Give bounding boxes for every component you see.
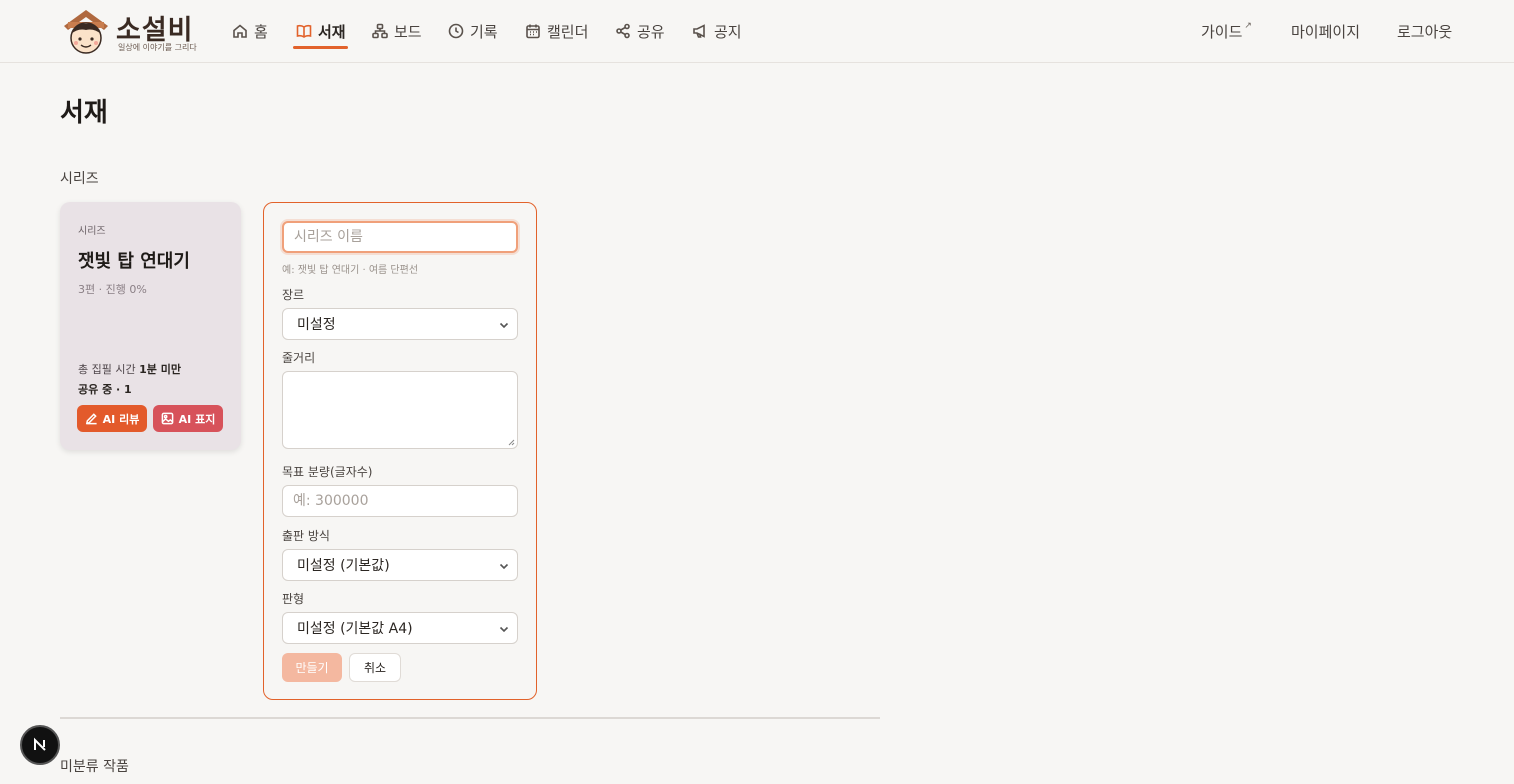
format-select[interactable]: 미설정 (기본값 A4) [282, 612, 518, 644]
unclassified-section-label: 미분류 작품 [60, 759, 129, 775]
brand-subtitle: 일상에 이야기를 그리다 [118, 43, 197, 52]
external-link-icon: ↗ [1244, 21, 1252, 31]
nav-label: 보드 [394, 22, 422, 41]
mypage-link[interactable]: 마이페이지 [1291, 19, 1360, 43]
publish-method-label: 출판 방식 [282, 529, 330, 543]
nav-label: 캘린더 [547, 22, 589, 41]
guide-link[interactable]: 가이드 ↗ [1201, 19, 1252, 43]
nav-label: 기록 [470, 22, 498, 41]
n-logo-icon [34, 737, 46, 751]
nav-item-history[interactable]: 기록 [448, 19, 498, 43]
home-icon [233, 24, 247, 38]
format-label: 판형 [282, 592, 305, 606]
nav-label: 서재 [318, 22, 346, 41]
chevron-down-icon [499, 626, 509, 633]
writing-time-value: 1분 미만 [139, 363, 181, 376]
share-icon [616, 23, 630, 39]
guide-label: 가이드 [1201, 22, 1243, 41]
target-length-label: 목표 분량(글자수) [282, 465, 373, 479]
share-status: 공유 중 · 1 [78, 383, 132, 396]
page-title: 서재 [60, 98, 108, 128]
nav-item-share[interactable]: 공유 [615, 19, 665, 43]
series-title: 잿빛 탑 연대기 [78, 251, 190, 272]
series-name-hint: 예: 잿빛 탑 연대기 · 여름 단편선 [282, 265, 419, 276]
series-section-label: 시리즈 [60, 171, 99, 187]
ai-review-button[interactable]: AI 리뷰 [77, 405, 147, 432]
nav-item-board[interactable]: 보드 [372, 19, 422, 43]
mascot-icon [64, 10, 108, 54]
board-icon [372, 23, 388, 39]
genre-label: 장르 [282, 288, 305, 302]
publish-method-value: 미설정 (기본값) [297, 558, 390, 574]
nav-item-calendar[interactable]: 캘린더 [525, 19, 588, 43]
publish-method-select[interactable]: 미설정 (기본값) [282, 549, 518, 581]
ai-cover-button[interactable]: AI 표지 [153, 405, 223, 432]
target-length-input[interactable] [282, 485, 518, 517]
nav-label: 공유 [637, 22, 665, 41]
new-series-form: 예: 잿빛 탑 연대기 · 여름 단편선 장르 미설정 줄거리 목표 분량(글자… [263, 202, 537, 700]
brand-logo[interactable]: 소설비 일상에 이야기를 그리다 [60, 6, 200, 56]
create-button[interactable]: 만들기 [282, 653, 342, 682]
book-icon [296, 24, 312, 38]
megaphone-icon [693, 24, 705, 38]
nav-item-home[interactable]: 홈 [232, 19, 268, 43]
logout-link[interactable]: 로그아웃 [1397, 19, 1452, 43]
resize-handle-icon[interactable] [507, 438, 515, 446]
dev-tools-badge[interactable] [20, 725, 60, 765]
genre-value: 미설정 [297, 317, 336, 333]
genre-select[interactable]: 미설정 [282, 308, 518, 340]
chevron-down-icon [499, 322, 509, 329]
series-meta: 3편 · 진행 0% [78, 283, 147, 296]
section-divider [60, 717, 880, 719]
nav-item-library[interactable]: 서재 [296, 19, 346, 43]
series-card[interactable]: 시리즈 잿빛 탑 연대기 3편 · 진행 0% 총 집필 시간 1분 미만 공유… [60, 202, 241, 450]
ai-cover-label: AI 표지 [178, 412, 216, 426]
card-kicker: 시리즈 [78, 226, 106, 237]
active-tab-indicator [293, 46, 348, 49]
nav-label: 공지 [714, 22, 742, 41]
series-name-input[interactable] [282, 221, 518, 253]
cancel-button[interactable]: 취소 [349, 653, 401, 682]
format-value: 미설정 (기본값 A4) [297, 621, 413, 637]
ai-review-label: AI 리뷰 [102, 412, 140, 426]
calendar-icon [526, 24, 540, 39]
chevron-down-icon [499, 563, 509, 570]
clock-icon [448, 23, 464, 39]
pencil-icon [85, 413, 97, 425]
nav-item-notice[interactable]: 공지 [692, 19, 742, 43]
writing-time: 총 집필 시간 1분 미만 [78, 361, 181, 377]
image-icon [161, 412, 174, 425]
writing-time-label: 총 집필 시간 [78, 363, 136, 376]
nav-label: 홈 [254, 22, 268, 41]
top-header: 소설비 일상에 이야기를 그리다 홈 서재 보드 기록 캘린더 공유 공지 가이… [0, 0, 1514, 63]
synopsis-textarea[interactable] [282, 371, 518, 449]
synopsis-label: 줄거리 [282, 351, 316, 365]
